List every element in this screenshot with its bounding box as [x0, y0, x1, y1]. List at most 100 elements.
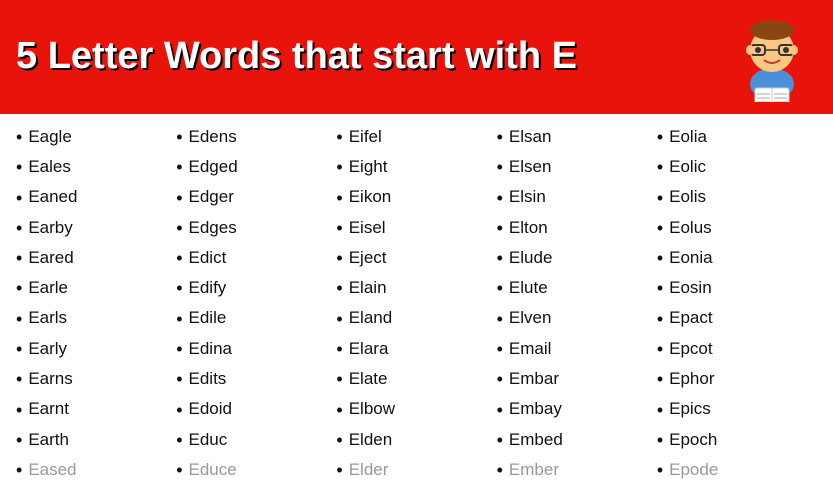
title-bold: 5 Letter Words — [16, 35, 281, 77]
bullet-icon: • — [497, 125, 503, 149]
word-item: • Elain — [336, 273, 496, 303]
word-item: • Epact — [657, 304, 817, 334]
bullet-icon: • — [497, 337, 503, 361]
word-text: Elbow — [349, 398, 395, 421]
word-text: Educe — [189, 459, 237, 482]
bullet-icon: • — [657, 307, 663, 331]
word-item: •Eonia — [657, 243, 817, 273]
bullet-icon: • — [336, 276, 342, 300]
bullet-icon: • — [336, 155, 342, 179]
word-text: Edina — [189, 338, 232, 361]
bullet-icon: • — [176, 125, 182, 149]
word-text: Early — [28, 338, 67, 361]
word-item: • Earth — [16, 425, 176, 455]
word-text: Eaned — [28, 186, 77, 209]
word-item: •Epics — [657, 395, 817, 425]
word-item: •Edens — [176, 122, 336, 152]
word-item: •Educ — [176, 425, 336, 455]
word-text: Earns — [28, 368, 72, 391]
word-item: • Early — [16, 334, 176, 364]
word-text: Elder — [349, 459, 389, 482]
word-text: Elsen — [509, 156, 552, 179]
bullet-icon: • — [16, 186, 22, 210]
word-item: •Eolis — [657, 183, 817, 213]
word-text: Email — [509, 338, 552, 361]
bullet-icon: • — [657, 155, 663, 179]
column-3: •Eifel•Eight•Eikon•Eisel•Eject•Elain•Ela… — [336, 122, 496, 486]
word-text: Eisel — [349, 217, 386, 240]
word-item: • Email — [497, 334, 657, 364]
word-item: • Edger — [176, 183, 336, 213]
bullet-icon: • — [657, 337, 663, 361]
word-text: Ephor — [669, 368, 714, 391]
word-text: Epact — [669, 307, 712, 330]
word-text: Eales — [28, 156, 71, 179]
bullet-icon: • — [16, 337, 22, 361]
bullet-icon: • — [176, 398, 182, 422]
word-item: • Earns — [16, 364, 176, 394]
bullet-icon: • — [336, 398, 342, 422]
word-item: •Elton — [497, 213, 657, 243]
title-normal: that start with E — [281, 35, 577, 77]
bullet-icon: • — [336, 458, 342, 482]
word-item: •Elute — [497, 273, 657, 303]
word-text: Ember — [509, 459, 559, 482]
bullet-icon: • — [336, 428, 342, 452]
word-text: Eikon — [349, 186, 392, 209]
bullet-icon: • — [176, 367, 182, 391]
bullet-icon: • — [497, 428, 503, 452]
word-item: •Edged — [176, 152, 336, 182]
bullet-icon: • — [336, 216, 342, 240]
word-item: • Eisel — [336, 213, 496, 243]
bullet-icon: • — [657, 276, 663, 300]
word-item: • Earby — [16, 213, 176, 243]
word-item: •Earnt — [16, 395, 176, 425]
bullet-icon: • — [16, 428, 22, 452]
word-item: •Embar — [497, 364, 657, 394]
word-item: •Edile — [176, 304, 336, 334]
word-text: Edify — [189, 277, 227, 300]
word-item: •Edoid — [176, 395, 336, 425]
bullet-icon: • — [336, 125, 342, 149]
word-text: Elsin — [509, 186, 546, 209]
word-item: •Eikon — [336, 183, 496, 213]
word-item: •Eared — [16, 243, 176, 273]
bullet-icon: • — [497, 246, 503, 270]
word-text: Earnt — [28, 398, 69, 421]
bullet-icon: • — [16, 307, 22, 331]
bullet-icon: • — [176, 186, 182, 210]
word-text: Eolis — [669, 186, 706, 209]
bullet-icon: • — [657, 428, 663, 452]
bullet-icon: • — [657, 458, 663, 482]
word-item: •Edges — [176, 213, 336, 243]
bullet-icon: • — [16, 246, 22, 270]
bullet-icon: • — [16, 367, 22, 391]
word-item: • Elbow — [336, 395, 496, 425]
word-item: •Eolus — [657, 213, 817, 243]
bullet-icon: • — [497, 155, 503, 179]
word-text: Elton — [509, 217, 548, 240]
word-item: • Elden — [336, 425, 496, 455]
word-text: Edger — [189, 186, 234, 209]
word-text: Elain — [349, 277, 387, 300]
header: 5 Letter Words that start with E — [0, 0, 833, 114]
word-text: Earle — [28, 277, 68, 300]
word-item: •Elsan — [497, 122, 657, 152]
word-item: • Edify — [176, 273, 336, 303]
word-text: Elden — [349, 429, 392, 452]
bullet-icon: • — [336, 246, 342, 270]
word-text: Elara — [349, 338, 389, 361]
bullet-icon: • — [336, 367, 342, 391]
word-text: Eight — [349, 156, 388, 179]
word-item: •Eosin — [657, 273, 817, 303]
word-text: Earby — [28, 217, 72, 240]
word-item: •Eales — [16, 152, 176, 182]
bullet-icon: • — [176, 276, 182, 300]
word-text: Earls — [28, 307, 67, 330]
bullet-icon: • — [176, 246, 182, 270]
word-item: •Eifel — [336, 122, 496, 152]
word-text: Earth — [28, 429, 69, 452]
bullet-icon: • — [16, 216, 22, 240]
content: •Eagle•Eales•Eaned•Earby•Eared•Earle•Ear… — [0, 114, 833, 494]
word-item: •Eagle — [16, 122, 176, 152]
